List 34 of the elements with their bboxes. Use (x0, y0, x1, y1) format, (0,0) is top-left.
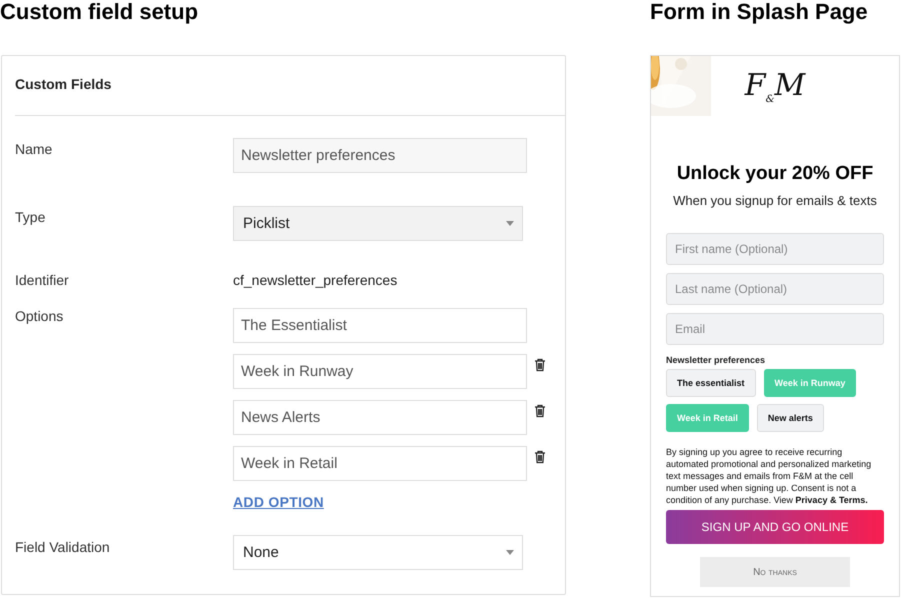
trash-icon[interactable] (534, 450, 546, 464)
input-field[interactable]: Week in Runway (233, 354, 527, 389)
consent-text: By signing up you agree to receive recurring automated promotional and personalized marketing text messages and emails from F&M at the cell number used when signing up. Consent is not a condition of any purchase. View Privacy & Terms. (666, 446, 872, 506)
identifier-value: cf_newsletter_preferences (233, 272, 398, 288)
dropdown[interactable]: Picklist (233, 206, 523, 241)
field-label: Options (15, 308, 64, 326)
input-field[interactable]: First name (Optional) (666, 233, 884, 265)
input-field[interactable]: News Alerts (233, 400, 527, 435)
form-title: Unlock your 20% OFF (676, 163, 874, 185)
field-label: Name (15, 140, 54, 159)
input-field[interactable]: Last name (Optional) (666, 273, 884, 305)
preference-chip[interactable]: The essentialist (666, 369, 756, 397)
no-thanks-button[interactable]: No thanks (700, 557, 850, 587)
preferences-label: Newsletter preferences (666, 355, 766, 365)
input-field[interactable]: Week in Retail (233, 446, 527, 481)
field-label: Field Validation (15, 538, 111, 557)
signup-button[interactable]: SIGN UP AND GO ONLINE (666, 510, 884, 544)
dropdown[interactable]: None (233, 535, 523, 570)
input-field[interactable]: The Essentialist (233, 308, 527, 343)
input-field[interactable]: Email (666, 313, 884, 345)
panel-title: Custom Fields (15, 56, 565, 116)
trash-icon[interactable] (534, 404, 546, 418)
trash-icon[interactable] (534, 358, 546, 372)
input-field[interactable]: Newsletter preferences (233, 138, 527, 173)
section-heading: Form in Splash Page (650, 0, 869, 26)
brand-logo: F$_{&}$M (744, 68, 806, 107)
caret-icon (506, 221, 514, 226)
field-label: Identifier (15, 272, 70, 288)
section-heading: Custom field setup (0, 0, 200, 26)
add-option-link[interactable]: ADD OPTION (233, 494, 324, 510)
preference-chip[interactable]: New alerts (756, 404, 824, 432)
field-label: Type (15, 208, 46, 227)
form-subtitle: When you signup for emails & texts (672, 193, 878, 208)
caret-icon (506, 550, 514, 555)
